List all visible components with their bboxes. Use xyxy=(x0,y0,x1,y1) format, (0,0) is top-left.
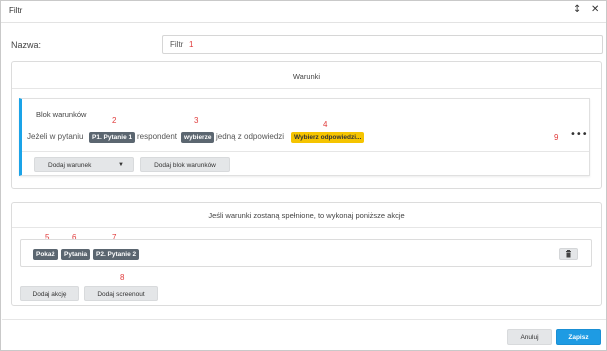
actions-section-title: Jeśli warunki zostaną spełnione, to wyko… xyxy=(208,211,405,220)
action-target-chip[interactable]: Pytania xyxy=(61,249,91,260)
conditions-divider xyxy=(12,88,601,89)
add-condition-block-label: Dodaj blok warunków xyxy=(154,162,216,169)
footer-divider xyxy=(2,319,606,320)
marker-8: 8 xyxy=(120,273,125,282)
filter-dialog: Filtr ↕ ✕ Nazwa: 1 Warunki Blok warunków… xyxy=(0,0,607,351)
add-condition-block-button[interactable]: Dodaj blok warunków xyxy=(140,157,230,172)
operator-select-chip[interactable]: wybierze xyxy=(181,132,215,143)
condition-text-respondent: respondent xyxy=(137,132,178,141)
pin-icon[interactable]: ↕ xyxy=(573,4,581,15)
cancel-button[interactable]: Anuluj xyxy=(507,329,552,345)
add-action-button[interactable]: Dodaj akcję xyxy=(20,286,79,301)
delete-action-button[interactable] xyxy=(559,248,578,260)
add-screenout-button[interactable]: Dodaj screenout xyxy=(84,286,158,301)
name-label: Nazwa: xyxy=(11,40,42,50)
marker-4: 4 xyxy=(323,120,328,129)
marker-3: 3 xyxy=(194,116,199,125)
actions-divider xyxy=(12,227,601,228)
action-question-chip[interactable]: P2. Pytanie 2 xyxy=(93,249,140,260)
save-button[interactable]: Zapisz xyxy=(556,329,601,345)
dialog-titlebar: Filtr ↕ ✕ xyxy=(1,1,606,23)
dialog-title: Filtr xyxy=(9,6,23,15)
close-icon[interactable]: ✕ xyxy=(591,4,599,15)
condition-block-divider xyxy=(22,151,589,152)
add-condition-label: Dodaj warunek xyxy=(48,162,92,169)
marker-2: 2 xyxy=(112,116,117,125)
condition-text-one-of: jedną z odpowiedzi xyxy=(216,132,285,141)
marker-1: 1 xyxy=(189,40,194,49)
add-action-label: Dodaj akcję xyxy=(32,291,67,298)
caret-down-icon: ▼ xyxy=(118,162,124,168)
cancel-label: Anuluj xyxy=(520,334,539,341)
answers-select-chip[interactable]: Wybierz odpowiedzi... xyxy=(291,132,365,143)
add-screenout-label: Dodaj screenout xyxy=(97,291,145,298)
name-input[interactable] xyxy=(162,35,603,54)
condition-block-title: Blok warunków xyxy=(36,110,87,119)
save-label: Zapisz xyxy=(568,334,589,341)
condition-text-if: Jeżeli w pytaniu xyxy=(27,132,84,141)
more-options-icon[interactable]: ••• xyxy=(570,129,588,140)
conditions-section-title: Warunki xyxy=(292,72,321,81)
question-select-chip[interactable]: P1. Pytanie 1 xyxy=(89,132,136,143)
marker-9: 9 xyxy=(554,133,559,142)
add-condition-button[interactable]: Dodaj warunek ▼ xyxy=(34,157,134,172)
trash-icon xyxy=(566,250,571,258)
action-type-chip[interactable]: Pokaż xyxy=(33,249,58,260)
